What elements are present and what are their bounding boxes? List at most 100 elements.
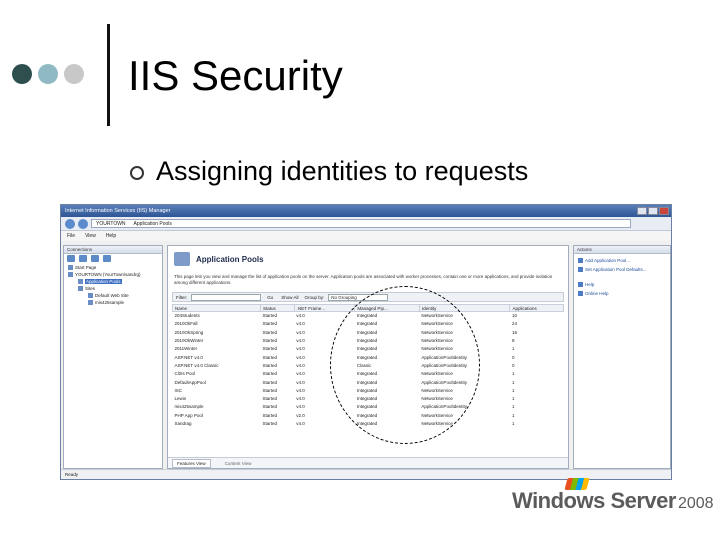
cell-net-framework: v4.0 xyxy=(296,421,305,426)
cell-status: Started xyxy=(262,362,277,368)
show-all-button[interactable]: Show All xyxy=(279,295,300,300)
tree-item-application-pools[interactable]: Application Pools xyxy=(64,278,162,285)
tree-item-mis425sample[interactable]: mis425sample xyxy=(64,299,162,306)
cell-managed-pipeline: Integrated xyxy=(356,313,378,319)
app-pool-icon xyxy=(174,252,190,266)
table-row[interactable]: ASP.NET v4.0 Classic Started v4.0 Classic Ap… xyxy=(173,361,564,369)
table-row[interactable]: mis425sample Started v4.0 Integrated Applica… xyxy=(173,403,564,411)
table-row[interactable]: 2010OkFall Started v4.0 Integrated NetworkSe… xyxy=(173,320,564,328)
server-icon xyxy=(68,272,73,277)
table-row[interactable]: PHP App Pool Started v2.0 Integrated Network… xyxy=(173,411,564,419)
menu-view[interactable]: View xyxy=(85,233,96,239)
col-identity[interactable]: Identity xyxy=(418,304,511,312)
tree-item-start-page[interactable]: Start Page xyxy=(64,264,162,271)
close-button[interactable] xyxy=(659,207,669,215)
action-item[interactable]: Set Application Pool Defaults... xyxy=(574,265,670,274)
dot-1 xyxy=(12,64,32,84)
col-net-framework[interactable]: .NET Frame... xyxy=(293,304,356,312)
cell-managed-pipeline: Integrated xyxy=(356,329,378,335)
connections-header: Connections xyxy=(64,246,162,254)
dot-3 xyxy=(64,64,84,84)
table-row[interactable]: Sandrag Started v4.0 Integrated NetworkServi… xyxy=(173,419,564,427)
cell-name: DefaultAppPool xyxy=(174,379,206,385)
table-row[interactable]: Cl2Is Pool Started v4.0 Integrated NetworkSe… xyxy=(173,370,564,378)
table-row[interactable]: ISC Started v4.0 Integrated NetworkService 1 xyxy=(173,386,564,394)
globe-icon xyxy=(578,291,583,296)
cell-identity: NetworkService xyxy=(421,346,453,352)
action-label: Help xyxy=(585,282,595,287)
cell-applications: 1 xyxy=(511,412,515,418)
tree-item-sites[interactable]: Sites xyxy=(64,285,162,292)
delete-icon[interactable] xyxy=(103,255,111,262)
menu-file[interactable]: File xyxy=(67,233,75,239)
cell-net-framework: v4.0 xyxy=(296,329,305,335)
cell-status: Started xyxy=(262,329,277,335)
cell-status: Started xyxy=(262,412,277,418)
cell-status: Started xyxy=(262,354,277,360)
content-view-tab[interactable]: Content View xyxy=(221,460,256,467)
cell-net-framework: v4.0 xyxy=(296,396,305,402)
action-item[interactable]: Add Application Pool... xyxy=(574,256,670,265)
menu-help[interactable]: Help xyxy=(106,233,116,239)
bullet-text: Assigning identities to requests xyxy=(156,156,529,186)
connections-toolbar xyxy=(64,254,162,264)
cell-identity: NetworkService xyxy=(421,321,453,327)
cell-net-framework: v4.0 xyxy=(296,387,305,393)
go-button[interactable]: Go xyxy=(265,295,275,300)
action-label: Online Help xyxy=(585,291,609,296)
cell-identity: NetworkService xyxy=(421,387,453,393)
table-header-row: Name Status .NET Frame... Managed Pip...… xyxy=(172,304,564,312)
cell-status: Started xyxy=(262,338,277,344)
tree-label: Default Web Site xyxy=(95,293,129,298)
table-row[interactable]: ASP.NET v4.0 Started v4.0 Integrated Applica… xyxy=(173,353,564,361)
address-bar: YOURTOWN Application Pools xyxy=(61,217,671,231)
window-controls xyxy=(637,207,671,215)
minimize-button[interactable] xyxy=(637,207,647,215)
forward-button[interactable] xyxy=(78,218,88,229)
table-row[interactable]: 2011Winter Started v4.0 Integrated NetworkSe… xyxy=(173,345,564,353)
tree-item-server[interactable]: YOURTOWN (YourTown\sandrg) xyxy=(64,271,162,278)
breadcrumb-server[interactable]: YOURTOWN xyxy=(96,221,126,227)
cell-name: 2010OkSpring xyxy=(174,329,204,335)
breadcrumb[interactable]: YOURTOWN Application Pools xyxy=(91,219,631,228)
feature-title: Application Pools xyxy=(196,254,264,264)
col-status[interactable]: Status xyxy=(259,304,295,312)
col-managed-pipeline[interactable]: Managed Pip... xyxy=(354,304,420,312)
table-row[interactable]: 2010OkSpring Started v4.0 Integrated Network… xyxy=(173,328,564,336)
table-row[interactable]: 2010OkWinter Started v4.0 Integrated Network… xyxy=(173,336,564,344)
connect-icon[interactable] xyxy=(67,255,75,262)
cell-managed-pipeline: Integrated xyxy=(356,421,378,426)
table-row[interactable]: DefaultAppPool Started v4.0 Integrated Appli… xyxy=(173,378,564,386)
tree-label: Sites xyxy=(85,286,96,291)
action-item[interactable]: Help xyxy=(574,280,670,289)
group-by-select[interactable]: No Grouping xyxy=(328,293,389,301)
cell-name: Sandrag xyxy=(174,421,192,426)
cell-identity: NetworkService xyxy=(421,329,453,335)
save-icon[interactable] xyxy=(79,255,87,262)
tree-item-default-web-site[interactable]: Default Web Site xyxy=(64,292,162,299)
refresh-icon[interactable] xyxy=(91,255,99,262)
folder-icon xyxy=(78,286,83,291)
table-row[interactable]: Lewis Started v4.0 Integrated NetworkService… xyxy=(173,394,564,402)
col-applications[interactable]: Applications xyxy=(509,304,564,312)
cell-net-framework: v4.0 xyxy=(296,354,305,360)
breadcrumb-app-pools[interactable]: Application Pools xyxy=(134,221,172,227)
table-row[interactable]: 204Students Started v4.0 Integrated NetworkS… xyxy=(173,312,564,320)
application-pools-panel: Application Pools This page lets you vie… xyxy=(167,245,569,469)
back-button[interactable] xyxy=(65,218,75,229)
tree-label: Application Pools xyxy=(85,279,122,284)
cell-name: Cl2Is Pool xyxy=(174,371,196,377)
cell-name: ASP.NET v4.0 Classic xyxy=(174,362,219,368)
cell-managed-pipeline: Integrated xyxy=(356,354,378,360)
cell-applications: 1 xyxy=(511,404,515,410)
filter-input[interactable] xyxy=(191,293,262,301)
col-name[interactable]: Name xyxy=(172,304,261,312)
features-view-tab[interactable]: Features View xyxy=(172,458,211,468)
cell-net-framework: v4.0 xyxy=(296,313,305,319)
cell-net-framework: v4.0 xyxy=(296,379,305,385)
cell-applications: 24 xyxy=(511,321,517,327)
cell-applications: 1 xyxy=(511,396,515,402)
tree-label: mis425sample xyxy=(95,300,125,305)
maximize-button[interactable] xyxy=(648,207,658,215)
action-item[interactable]: Online Help xyxy=(574,289,670,298)
